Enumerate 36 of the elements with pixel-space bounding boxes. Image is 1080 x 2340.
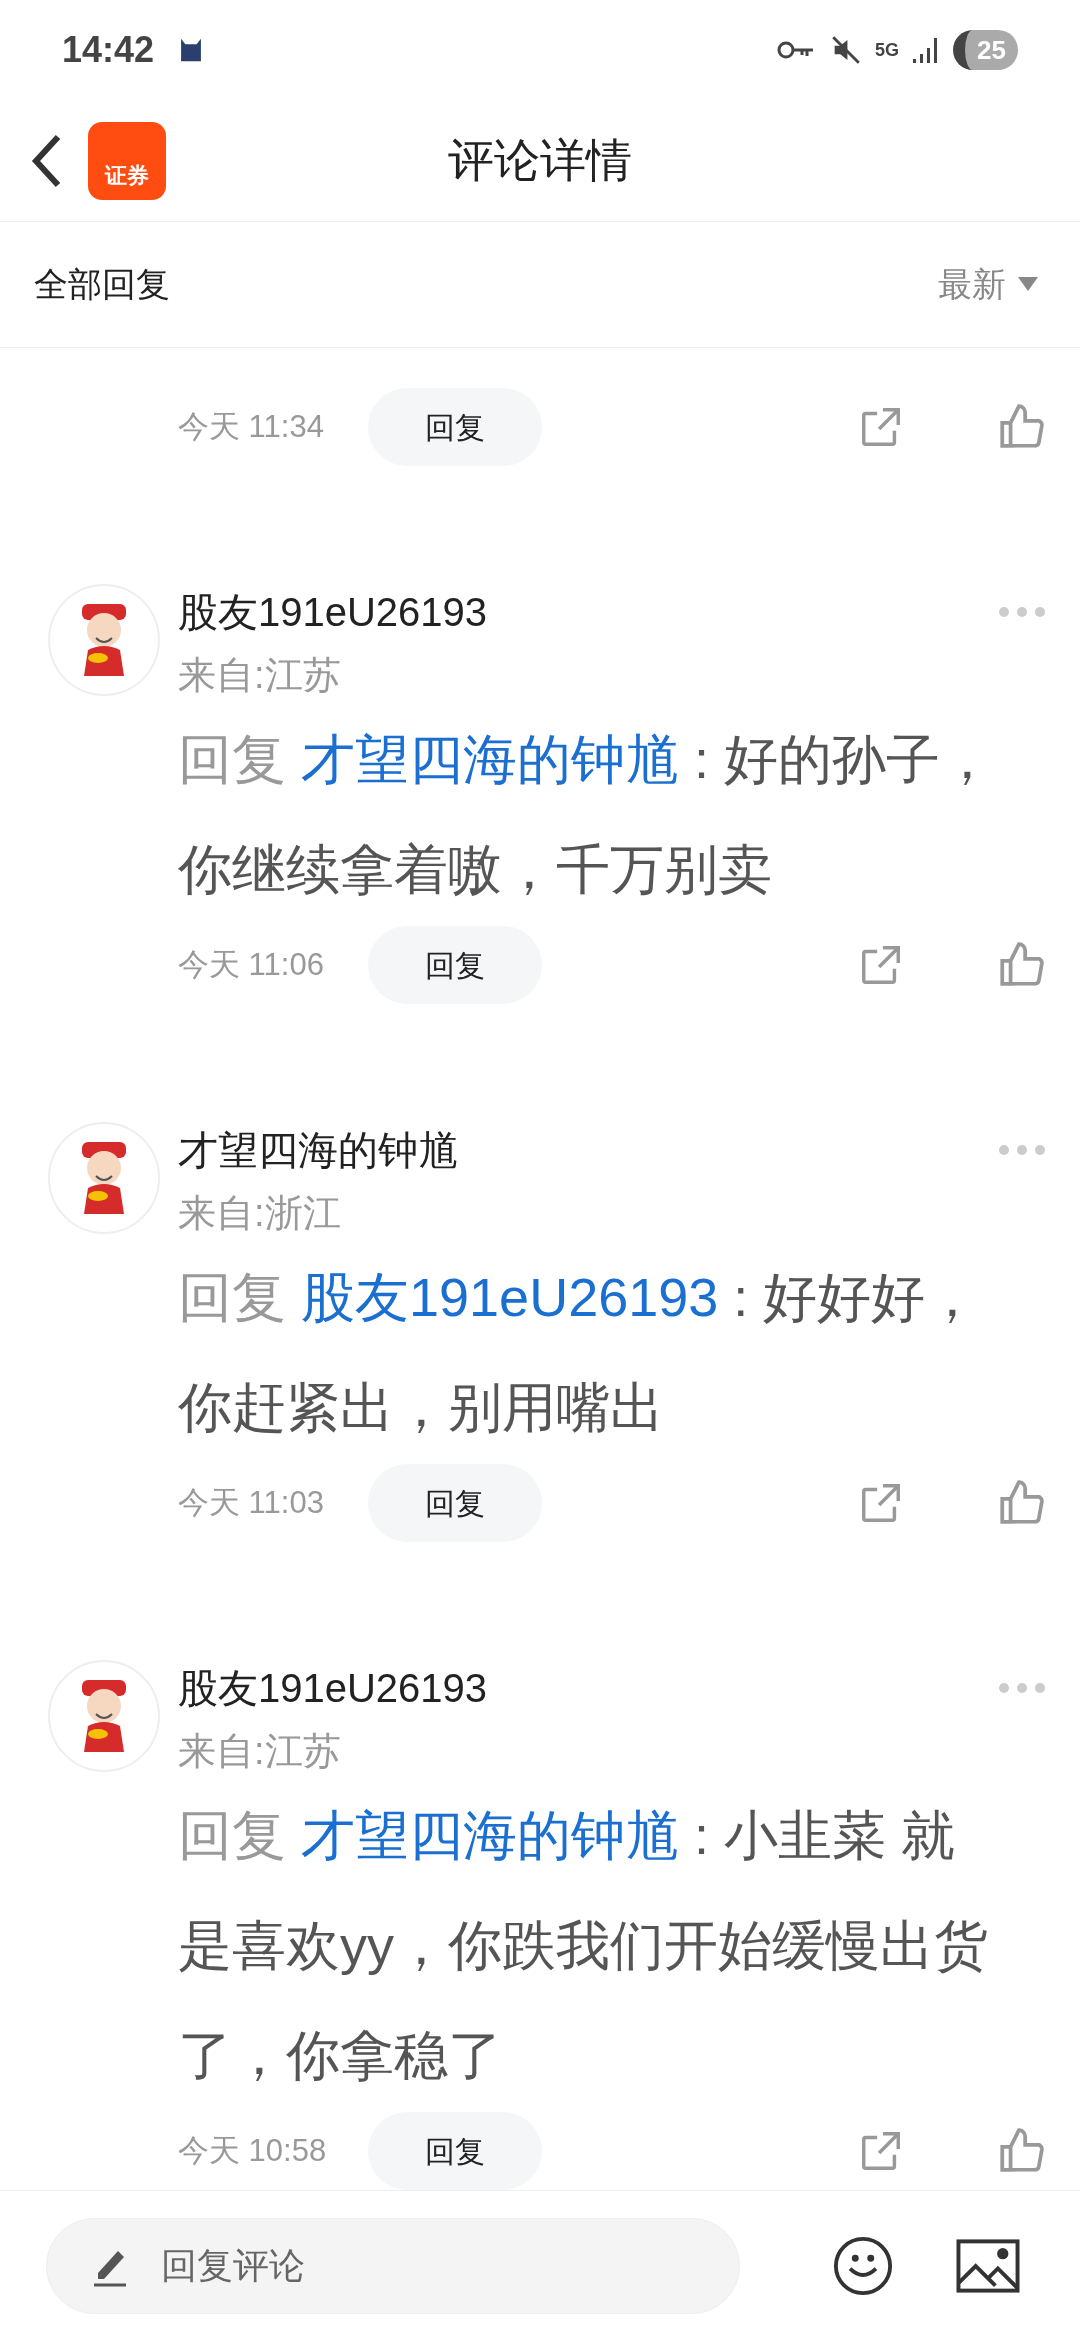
status-time: 14:42	[62, 28, 155, 72]
more-icon[interactable]	[998, 1682, 1046, 1694]
page-title: 评论详情	[448, 133, 632, 188]
user-location: 来自:江苏	[178, 653, 342, 698]
comment-text: 回复 才望四海的钟馗 : 好的孙子，你继续拿着嗷，千万别卖	[178, 728, 996, 901]
reply-button[interactable]: 回复	[368, 388, 542, 466]
avatar-icon	[48, 584, 160, 696]
comment-time: 今天 11:06	[178, 945, 325, 984]
reply-button[interactable]: 回复	[368, 926, 542, 1004]
battery-indicator: 25	[953, 30, 1018, 70]
section-label: 全部回复	[34, 264, 170, 305]
user-name[interactable]: 股友191eU26193	[178, 582, 998, 642]
user-location: 来自:江苏	[178, 1729, 342, 1774]
user-link[interactable]: 股友191eU26193	[301, 1267, 719, 1327]
caret-icon	[1018, 276, 1038, 293]
comment-text: 回复 才望四海的钟馗 : 小韭菜 就是喜欢yy，你跌我们开始缓慢出货了，你拿稳了	[178, 1804, 989, 2087]
avatar-icon	[48, 1122, 160, 1234]
reply-input[interactable]: 回复评论	[46, 2217, 740, 2314]
comment-time: 今天 11:03	[178, 1483, 325, 1522]
avatar-icon	[48, 1660, 160, 1772]
user-name[interactable]: 股友191eU26193	[178, 1658, 998, 1718]
user-name[interactable]: 才望四海的钟馗	[178, 1120, 998, 1180]
sort-dropdown[interactable]: 最新	[938, 259, 1046, 310]
reply-button[interactable]: 回复	[368, 2112, 542, 2190]
comment-time: 今天 10:58	[178, 2131, 328, 2170]
comment-text: 回复 股友191eU26193 : 好好好，你赶紧出，别用嘴出	[178, 1266, 981, 1439]
reply-button[interactable]: 回复	[368, 1464, 542, 1542]
more-icon[interactable]	[998, 606, 1046, 618]
more-icon[interactable]	[998, 1144, 1046, 1156]
emoji-icon[interactable]	[832, 2234, 894, 2297]
network-label: 5G	[875, 41, 900, 59]
user-link[interactable]: 才望四海的钟馗	[301, 1805, 679, 1865]
user-link[interactable]: 才望四海的钟馗	[301, 729, 679, 789]
user-location: 来自:浙江	[178, 1191, 342, 1236]
comment-time: 今天 11:34	[178, 407, 325, 446]
image-icon[interactable]	[956, 2237, 1020, 2294]
